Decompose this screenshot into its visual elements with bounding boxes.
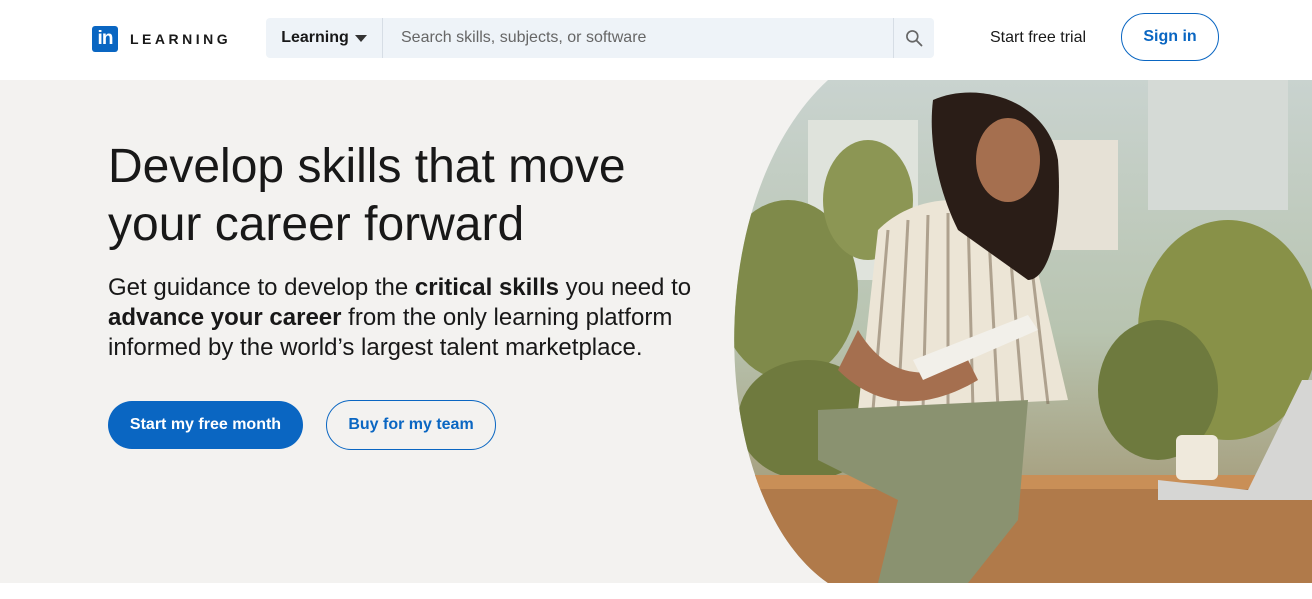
buy-for-team-button[interactable]: Buy for my team: [326, 400, 496, 450]
search-button[interactable]: [893, 18, 934, 58]
hero-photo-woman-learning: [734, 80, 1312, 583]
search-input[interactable]: [383, 18, 893, 58]
subline-bold-1: critical skills: [414, 274, 559, 301]
subline-bold-2: advance your career: [108, 304, 342, 331]
hero-section: Develop skills that move your career for…: [0, 80, 1312, 583]
search-category-dropdown[interactable]: Learning: [266, 18, 383, 58]
logo-wordmark: LEARNING: [130, 31, 232, 47]
search-icon: [906, 30, 923, 47]
sign-in-button[interactable]: Sign in: [1121, 13, 1219, 61]
search-bar: Learning: [266, 18, 934, 58]
bottom-strip: [0, 583, 1312, 599]
site-header: in LEARNING Learning Start free trial Si…: [0, 0, 1312, 80]
start-free-trial-link[interactable]: Start free trial: [990, 29, 1086, 47]
search-category-label: Learning: [281, 29, 349, 46]
hero-headline: Develop skills that move your career for…: [108, 140, 626, 251]
caret-down-icon: [354, 35, 367, 42]
linkedin-learning-logo[interactable]: in LEARNING: [92, 26, 231, 52]
subline-text-1: Get guidance to develop the: [108, 274, 415, 301]
start-free-month-button[interactable]: Start my free month: [108, 401, 303, 449]
subline-text-2: you need to: [558, 274, 692, 301]
hero-subline: Get guidance to develop the critical ski…: [108, 273, 708, 363]
linkedin-in-icon: in: [92, 26, 118, 52]
